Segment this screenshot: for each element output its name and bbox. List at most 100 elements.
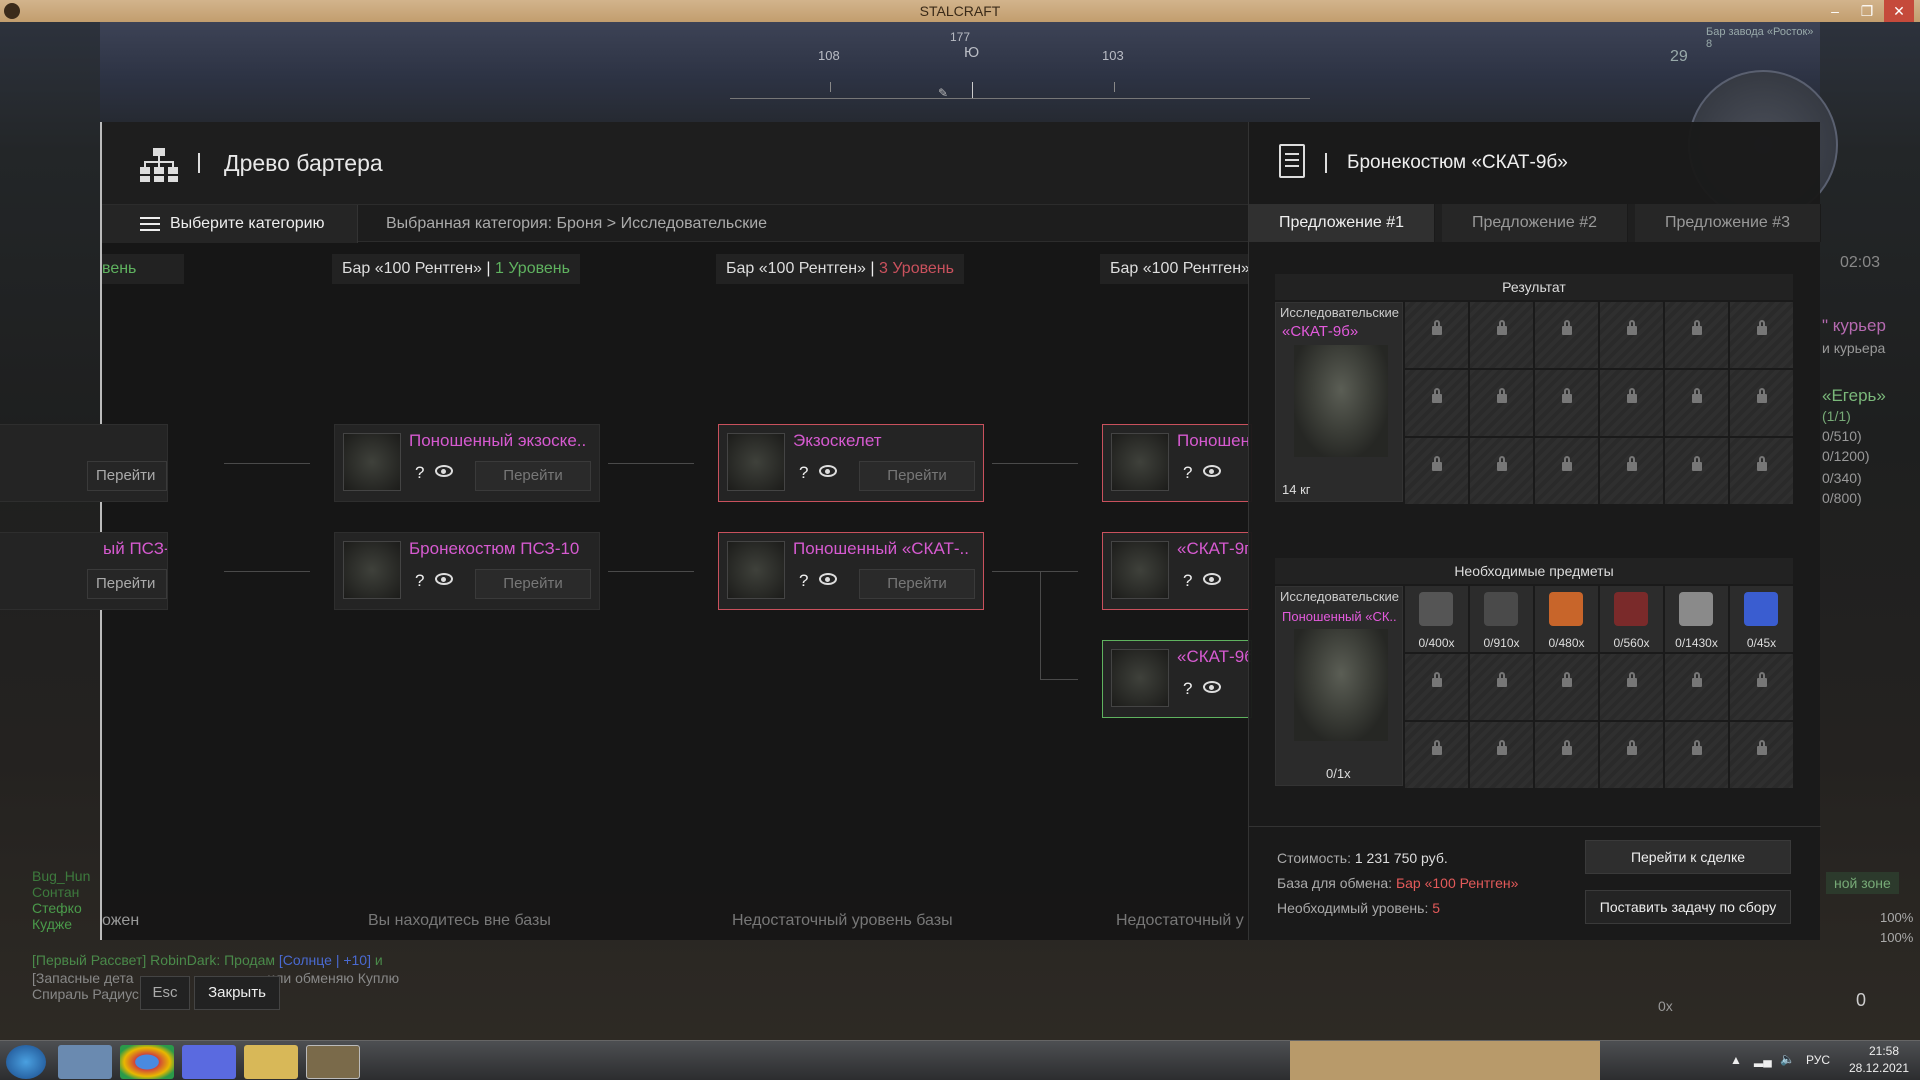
slot-cell[interactable] — [1470, 370, 1533, 436]
tray-arrow-icon[interactable]: ▲ — [1730, 1053, 1742, 1067]
file-explorer-icon[interactable] — [244, 1045, 298, 1079]
tree-node[interactable]: Поношенный экзоске.. ? Перейти — [334, 424, 600, 502]
slot-cell[interactable] — [1730, 722, 1793, 788]
go-button[interactable]: Перейти — [859, 569, 975, 599]
go-button[interactable]: Перейти — [87, 569, 167, 599]
ingredient-slot[interactable]: 0/910x — [1470, 586, 1533, 652]
go-button[interactable]: Перейти — [87, 461, 167, 491]
required-item[interactable]: Исследовательские Поношенный «СК.. 0/1x — [1275, 586, 1403, 786]
result-section-title: Результат — [1275, 274, 1793, 300]
tree-node[interactable]: Бронекостюм ПСЗ-10 ? Перейти — [334, 532, 600, 610]
go-button[interactable]: Перейти — [475, 461, 591, 491]
node-name: ый ПСЗ-10 — [103, 539, 167, 558]
ingredient-slot[interactable]: 0/560x — [1600, 586, 1663, 652]
set-collect-task-button[interactable]: Поставить задачу по сбору — [1585, 890, 1791, 924]
slot-cell[interactable] — [1730, 654, 1793, 720]
lock-icon — [1562, 388, 1572, 403]
ingredient-slot[interactable]: 0/45x — [1730, 586, 1793, 652]
network-icon[interactable]: ▂▄ — [1754, 1053, 1772, 1067]
ingredient-slot[interactable]: 0/1430x — [1665, 586, 1728, 652]
tree-connector — [1040, 679, 1078, 680]
volume-icon[interactable]: 🔈 — [1780, 1052, 1795, 1066]
slot-cell[interactable] — [1730, 302, 1793, 368]
minimize-button[interactable]: – — [1822, 0, 1848, 22]
slot-cell[interactable] — [1665, 654, 1728, 720]
tree-node[interactable]: Поношенный «СКАТ-.. ? Перейти — [718, 532, 984, 610]
eye-icon[interactable] — [435, 573, 453, 585]
tab-offer-2[interactable]: Предложение #2 — [1442, 204, 1628, 242]
slot-cell[interactable] — [1665, 370, 1728, 436]
tree-node[interactable]: «СКАТ-9г ? — [1102, 532, 1252, 610]
lock-icon — [1627, 320, 1637, 335]
stalcraft-taskbar-icon[interactable] — [306, 1045, 360, 1079]
tab-offer-1[interactable]: Предложение #1 — [1249, 204, 1435, 242]
go-to-deal-button[interactable]: Перейти к сделке — [1585, 840, 1791, 874]
tree-node-selected[interactable]: «СКАТ-9б ? — [1102, 640, 1252, 718]
slot-cell[interactable] — [1600, 370, 1663, 436]
info-icon[interactable]: ? — [1183, 679, 1192, 699]
eye-icon[interactable] — [819, 465, 837, 477]
column-bar: Бар «100 Рентген» — [726, 260, 866, 277]
slot-cell[interactable] — [1405, 370, 1468, 436]
go-button[interactable]: Перейти — [475, 569, 591, 599]
tree-node-partial[interactable]: ый ПСЗ-10 Перейти — [0, 532, 168, 610]
slot-cell[interactable] — [1535, 654, 1598, 720]
slot-cell[interactable] — [1470, 438, 1533, 504]
ingredient-slot[interactable]: 0/400x — [1405, 586, 1468, 652]
slot-cell[interactable] — [1535, 302, 1598, 368]
info-icon[interactable]: ? — [1183, 571, 1192, 591]
slot-cell[interactable] — [1535, 722, 1598, 788]
close-button[interactable]: Закрыть — [194, 976, 280, 1010]
info-icon[interactable]: ? — [799, 571, 808, 591]
slot-cell[interactable] — [1600, 722, 1663, 788]
minimap-label: Бар завода «Росток» 8 — [1706, 26, 1814, 50]
tree-node[interactable]: Поношен ? — [1102, 424, 1252, 502]
tree-node[interactable]: Экзоскелет ? Перейти — [718, 424, 984, 502]
close-window-button[interactable]: ✕ — [1884, 0, 1914, 22]
tab-offer-3[interactable]: Предложение #3 — [1635, 204, 1821, 242]
discord-icon[interactable] — [182, 1045, 236, 1079]
slot-cell[interactable] — [1535, 370, 1598, 436]
eye-icon[interactable] — [1203, 573, 1221, 585]
clock-time[interactable]: 21:58 — [1856, 1044, 1912, 1058]
clock-date[interactable]: 28.12.2021 — [1844, 1061, 1914, 1075]
slot-cell[interactable] — [1730, 370, 1793, 436]
slot-cell[interactable] — [1470, 302, 1533, 368]
slot-cell[interactable] — [1470, 722, 1533, 788]
eye-icon[interactable] — [435, 465, 453, 477]
eye-icon[interactable] — [819, 573, 837, 585]
slot-cell[interactable] — [1405, 438, 1468, 504]
calculator-icon[interactable] — [58, 1045, 112, 1079]
language-indicator[interactable]: РУС — [1806, 1053, 1830, 1067]
info-icon[interactable]: ? — [415, 571, 424, 591]
tree-node-partial[interactable]: Перейти — [0, 424, 168, 502]
eye-icon[interactable] — [1203, 465, 1221, 477]
slot-cell[interactable] — [1600, 302, 1663, 368]
slot-cell[interactable] — [1600, 654, 1663, 720]
info-icon[interactable]: ? — [799, 463, 808, 483]
info-icon[interactable]: ? — [415, 463, 424, 483]
start-button[interactable] — [6, 1045, 46, 1079]
ingredient-slot[interactable]: 0/480x — [1535, 586, 1598, 652]
choose-category-button[interactable]: Выберите категорию — [102, 205, 358, 243]
quest-courier-sub: и курьера — [1822, 340, 1886, 356]
eye-icon[interactable] — [1203, 681, 1221, 693]
category-path: Выбранная категория: Броня > Исследовате… — [386, 215, 768, 232]
chat-link[interactable]: [Солнце | +10] — [279, 952, 371, 968]
result-item[interactable]: Исследовательские «СКАТ-9б» 14 кг — [1275, 302, 1403, 502]
maximize-button[interactable]: ❐ — [1854, 0, 1880, 22]
slot-cell[interactable] — [1470, 654, 1533, 720]
chrome-icon[interactable] — [120, 1045, 174, 1079]
info-icon[interactable]: ? — [1183, 463, 1192, 483]
slot-cell[interactable] — [1405, 302, 1468, 368]
node-name: «СКАТ-9б — [1177, 647, 1252, 666]
slot-cell[interactable] — [1665, 722, 1728, 788]
slot-cell[interactable] — [1535, 438, 1598, 504]
slot-cell[interactable] — [1405, 654, 1468, 720]
slot-cell[interactable] — [1665, 438, 1728, 504]
slot-cell[interactable] — [1600, 438, 1663, 504]
go-button[interactable]: Перейти — [859, 461, 975, 491]
slot-cell[interactable] — [1665, 302, 1728, 368]
slot-cell[interactable] — [1405, 722, 1468, 788]
slot-cell[interactable] — [1730, 438, 1793, 504]
